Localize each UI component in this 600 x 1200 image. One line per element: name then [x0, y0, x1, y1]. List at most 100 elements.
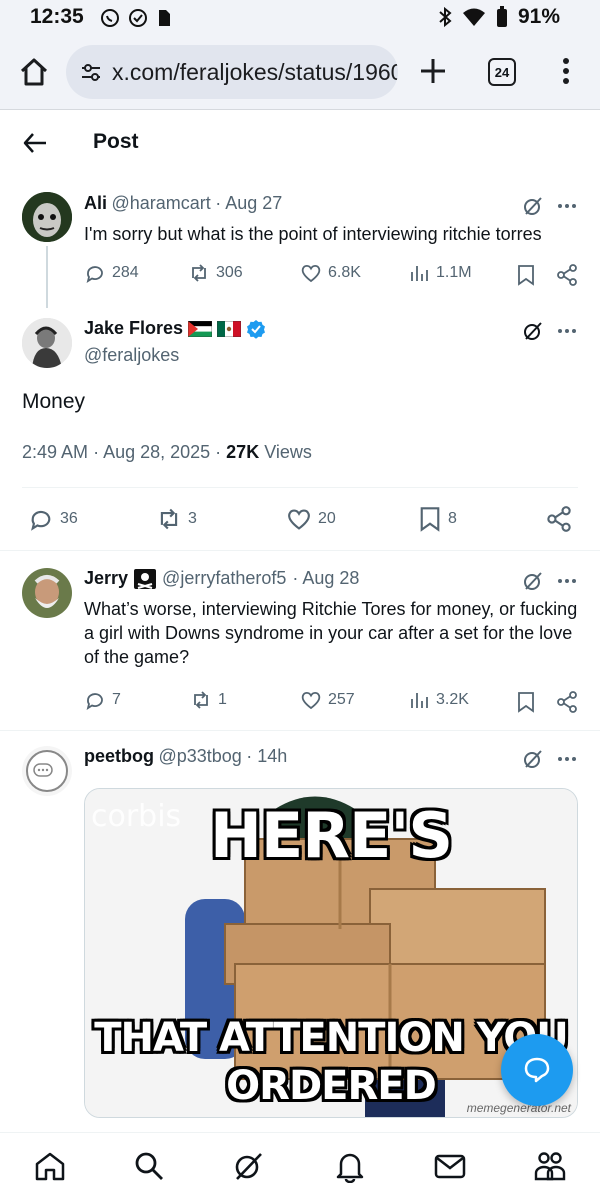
bookmark-button[interactable]: 8	[418, 506, 457, 532]
reply-count: 284	[112, 264, 139, 281]
more-options-icon[interactable]	[556, 320, 578, 342]
views-count: 3.2K	[436, 691, 469, 708]
tweet-date[interactable]: · Aug 28	[292, 568, 359, 589]
heart-icon	[288, 509, 310, 530]
views-count: 1.1M	[436, 264, 472, 281]
divider	[0, 730, 600, 731]
avatar[interactable]	[22, 318, 72, 368]
bookmark-icon[interactable]	[516, 264, 536, 286]
reply-button[interactable]: 7	[84, 689, 121, 711]
tweet-text: What’s worse, interviewing Ritchie Tores…	[84, 599, 578, 667]
wifi-icon	[462, 8, 485, 26]
author-handle[interactable]: @jerryfatherof5	[162, 568, 286, 589]
search-nav-icon[interactable]	[132, 1149, 166, 1183]
avatar[interactable]	[22, 568, 72, 618]
tweet-date[interactable]: · Aug 27	[215, 193, 282, 213]
reply-icon	[86, 266, 103, 283]
like-button[interactable]: 20	[286, 506, 336, 532]
bluetooth-icon	[439, 6, 452, 28]
new-tab-icon[interactable]	[418, 56, 448, 86]
verified-badge-icon[interactable]	[246, 319, 266, 339]
views-button[interactable]: 1.1M	[408, 262, 472, 284]
more-options-icon[interactable]	[556, 195, 578, 217]
share-icon[interactable]	[556, 264, 578, 286]
repost-icon	[194, 691, 208, 709]
main-tweet-header: Jake Flores	[84, 318, 266, 339]
home-icon[interactable]	[18, 56, 50, 88]
notifications-nav-icon[interactable]	[333, 1149, 367, 1183]
author-name[interactable]: Ali	[84, 193, 107, 213]
author-handle[interactable]: @p33tbog	[158, 746, 241, 766]
battery-level: 91%	[517, 5, 560, 28]
grok-icon[interactable]	[522, 570, 544, 592]
tweet-date[interactable]: · 14h	[246, 746, 287, 766]
avatar-image	[22, 568, 72, 618]
status-right: 91%	[438, 5, 560, 29]
back-arrow-icon[interactable]	[22, 130, 48, 156]
views-count: 27K	[226, 442, 260, 462]
tweet-time[interactable]: 2:49 AM	[22, 442, 88, 462]
compose-reply-button[interactable]	[501, 1034, 573, 1106]
tweet-full-date[interactable]: · Aug 28, 2025 ·	[93, 442, 221, 462]
like-button[interactable]: 6.8K	[300, 262, 361, 284]
grok-icon[interactable]	[522, 320, 544, 342]
tweet-text: I'm sorry but what is the point of inter…	[84, 224, 542, 244]
like-count: 257	[328, 691, 355, 708]
home-nav-icon[interactable]	[33, 1149, 67, 1183]
tweet-header: peetbog @p33tbog · 14h	[84, 746, 287, 767]
reply-button[interactable]: 284	[84, 262, 139, 284]
more-options-icon[interactable]	[556, 748, 578, 770]
like-count: 20	[318, 510, 336, 527]
site-settings-icon[interactable]	[80, 61, 102, 83]
whatsapp-icon	[101, 9, 119, 27]
tab-switcher-button[interactable]: 24	[488, 58, 516, 86]
grok-icon[interactable]	[522, 748, 544, 770]
avatar[interactable]	[22, 192, 72, 242]
chat-bubble-icon	[524, 1057, 550, 1083]
bookmark-icon[interactable]	[516, 691, 536, 713]
author-name[interactable]: peetbog	[84, 746, 154, 766]
main-tweet-text: Money	[22, 390, 86, 413]
more-options-icon[interactable]	[556, 570, 578, 592]
mexico-flag-icon	[217, 320, 242, 337]
avatar[interactable]	[22, 746, 72, 796]
author-name[interactable]: Jerry	[84, 568, 128, 589]
check-circle-icon	[129, 9, 147, 27]
communities-nav-icon[interactable]	[533, 1149, 567, 1183]
tweet-header: Jerry @jerryfatherof5 · Aug 28	[84, 568, 359, 589]
share-icon[interactable]	[546, 506, 572, 532]
like-button[interactable]: 257	[300, 689, 355, 711]
share-icon[interactable]	[556, 691, 578, 713]
status-time: 12:35	[30, 5, 84, 28]
author-name[interactable]: Jake Flores	[84, 318, 183, 339]
repost-button[interactable]: 306	[188, 262, 243, 284]
avatar-image	[22, 746, 72, 796]
more-vert-icon[interactable]	[556, 56, 576, 86]
thread-connector	[46, 246, 48, 308]
post-header: Post	[0, 110, 600, 174]
views-button[interactable]: 3.2K	[408, 689, 469, 711]
reply-count: 36	[60, 510, 78, 527]
bookmark-count: 8	[448, 510, 457, 527]
url-bar[interactable]: x.com/feraljokes/status/1960	[66, 45, 398, 99]
reply-button[interactable]: 36	[28, 506, 78, 532]
author-handle[interactable]: @feraljokes	[84, 345, 179, 366]
author-handle[interactable]: @haramcart	[111, 193, 210, 213]
tweet-timestamp: 2:49 AM · Aug 28, 2025 · 27K Views	[22, 442, 312, 463]
pirate-flag-icon	[134, 568, 157, 589]
bottom-navigation	[0, 1132, 600, 1200]
avatar-image	[22, 318, 72, 368]
bookmark-icon	[420, 507, 440, 532]
heart-icon	[301, 264, 321, 283]
status-bar: 12:35 91%	[0, 0, 600, 36]
repost-icon	[160, 508, 178, 530]
repost-button[interactable]: 1	[190, 689, 227, 711]
grok-icon[interactable]	[522, 195, 544, 217]
like-count: 6.8K	[328, 264, 361, 281]
repost-button[interactable]: 3	[156, 506, 197, 532]
meme-top-text: HERE'S	[210, 799, 453, 872]
grok-nav-icon[interactable]	[232, 1149, 266, 1183]
messages-nav-icon[interactable]	[433, 1149, 467, 1183]
page-title: Post	[93, 130, 139, 153]
repost-count: 306	[216, 264, 243, 281]
